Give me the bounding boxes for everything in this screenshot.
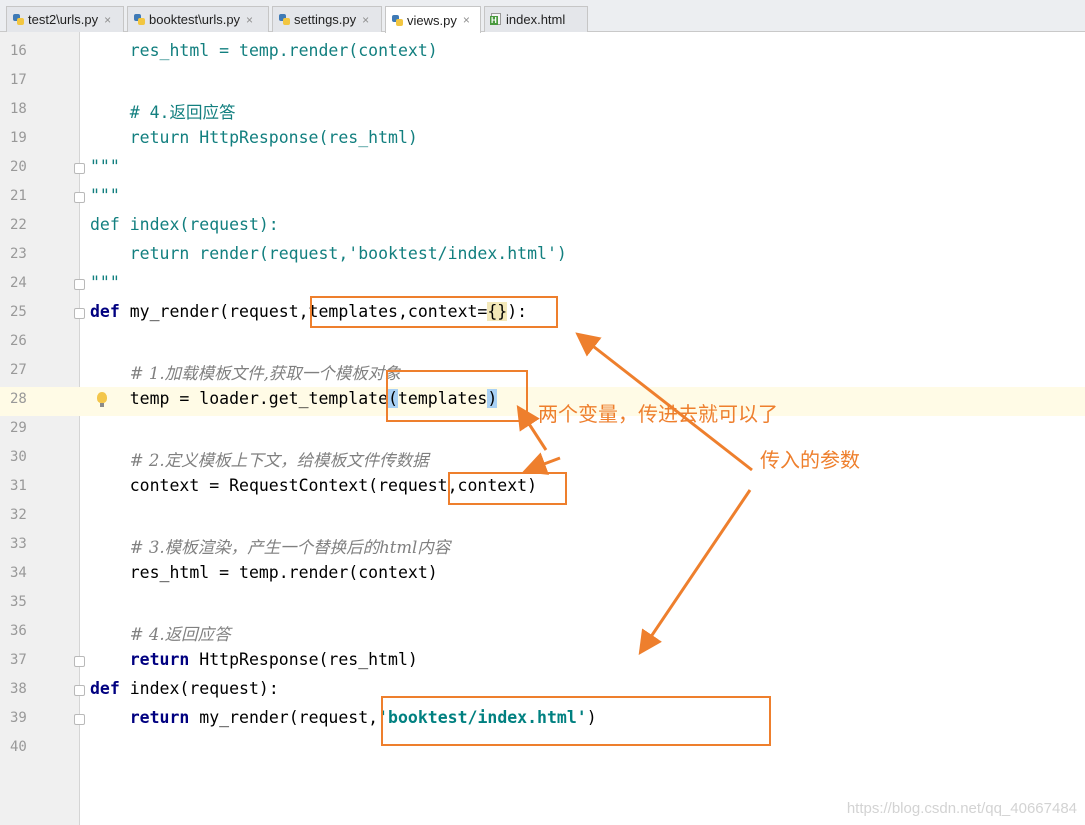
watermark: https://blog.csdn.net/qq_40667484	[846, 800, 1077, 817]
annotation-two-variables: 两个变量，传进去就可以了	[538, 402, 778, 426]
arrow-to-template-path	[638, 489, 752, 655]
annotation-passed-params: 传入的参数	[760, 448, 860, 472]
arrow-to-context	[522, 452, 561, 475]
